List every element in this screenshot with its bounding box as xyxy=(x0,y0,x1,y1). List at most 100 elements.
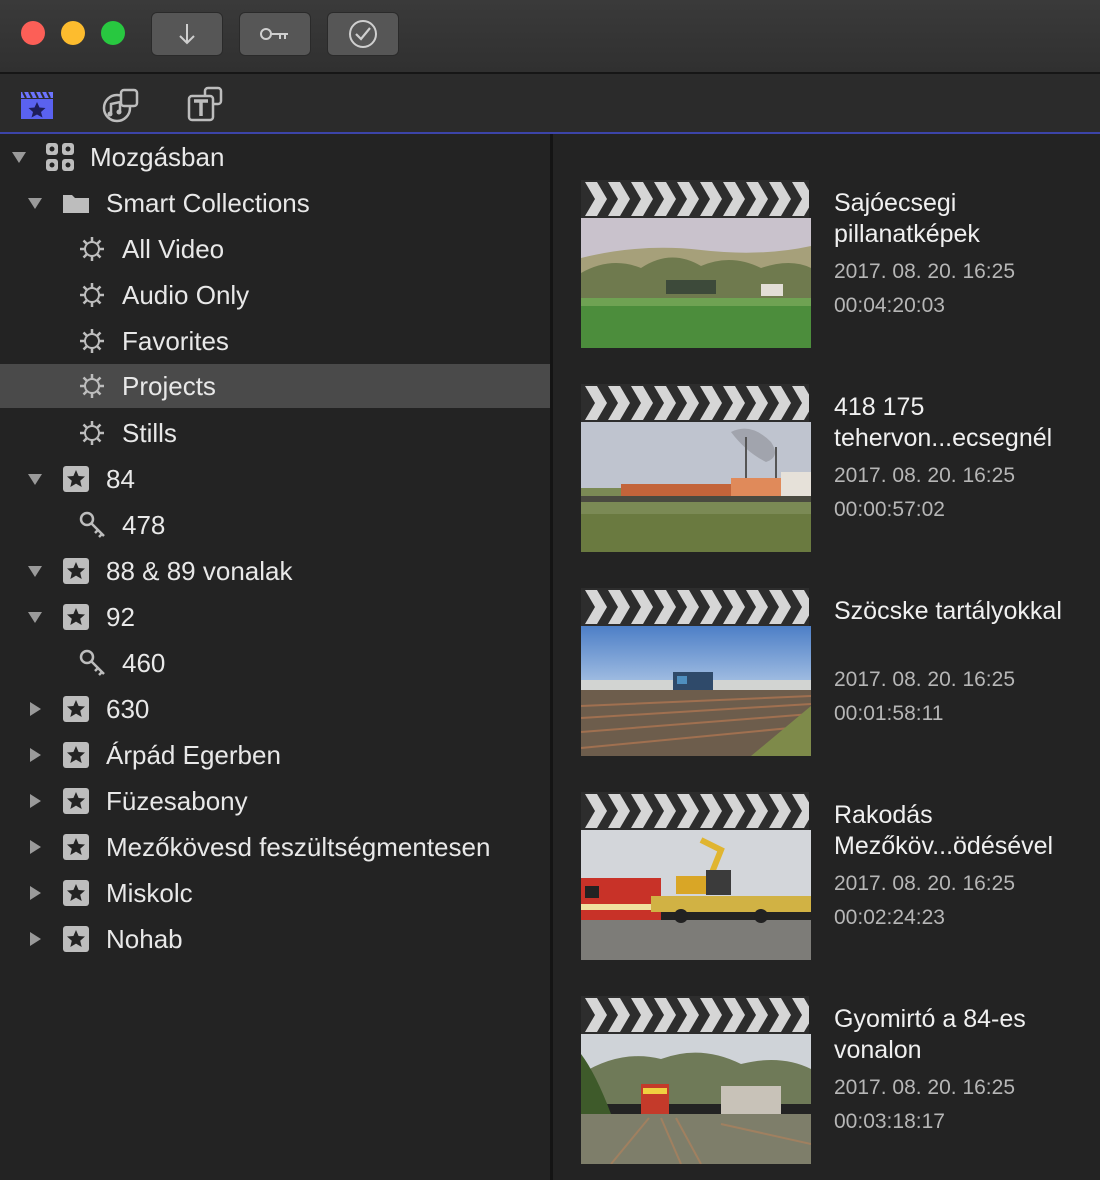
disclosure-open-icon[interactable] xyxy=(26,562,44,580)
event-label: 88 & 89 vonalak xyxy=(106,555,293,586)
smart-collections-label: Smart Collections xyxy=(106,187,310,218)
event-row[interactable]: Árpád Egerben xyxy=(0,733,550,777)
disclosure-closed-icon[interactable] xyxy=(26,930,44,948)
clip-title: Gyomirtó a 84-es vonalon xyxy=(834,1005,1026,1064)
disclosure-open-icon[interactable] xyxy=(26,194,44,212)
project-clip[interactable]: Gyomirtó a 84-es vonalon 2017. 08. 20. 1… xyxy=(553,950,1100,1164)
disclosure-open-icon[interactable] xyxy=(26,608,44,626)
disclosure-closed-icon[interactable] xyxy=(26,792,44,810)
clip-duration: 00:02:24:23 xyxy=(834,906,945,929)
disclosure-closed-icon[interactable] xyxy=(26,746,44,764)
project-clip[interactable]: Sajóecsegi pillanatképek 2017. 08. 20. 1… xyxy=(553,134,1100,348)
event-row[interactable]: 92 xyxy=(0,595,550,639)
event-label: Nohab xyxy=(106,923,183,954)
keyword-collection-row[interactable]: 478 xyxy=(0,503,550,547)
clip-title: 418 175 tehervon...ecsegnél xyxy=(834,393,1053,452)
clip-thumbnail[interactable] xyxy=(581,830,811,960)
sidebar-item-favorites[interactable]: Favorites xyxy=(0,319,550,363)
event-star-icon xyxy=(63,558,89,584)
clip-thumbnail[interactable] xyxy=(581,218,811,348)
clip-date: 2017. 08. 20. 16:25 xyxy=(834,668,1015,691)
clip-duration: 00:00:57:02 xyxy=(834,498,945,521)
project-clip[interactable]: Rakodás Mezőköv...ödésével 2017. 08. 20.… xyxy=(553,746,1100,960)
event-row[interactable]: Nohab xyxy=(0,917,550,961)
clip-duration: 00:01:58:11 xyxy=(834,702,944,725)
clapperboard-icon xyxy=(581,996,809,1034)
sidebar-item-all-video[interactable]: All Video xyxy=(0,227,550,271)
smart-collections-folder[interactable]: Smart Collections xyxy=(0,181,550,225)
event-star-icon xyxy=(63,926,89,952)
collection-label: All Video xyxy=(122,233,225,264)
clip-thumbnail[interactable] xyxy=(581,1034,811,1164)
key-icon xyxy=(260,28,288,40)
gear-icon xyxy=(80,374,104,398)
clapperboard-icon xyxy=(581,180,809,218)
clip-thumbnail[interactable] xyxy=(581,422,811,552)
clapperboard-star-icon[interactable] xyxy=(17,84,57,124)
project-clip[interactable]: Szöcske tartályokkal 2017. 08. 20. 16:25… xyxy=(553,542,1100,756)
sidebar-item-projects[interactable]: Projects xyxy=(0,364,550,408)
gear-icon xyxy=(80,283,104,307)
key-icon xyxy=(79,511,105,538)
import-button[interactable] xyxy=(151,12,223,56)
zoom-window-button[interactable] xyxy=(101,21,125,45)
key-icon xyxy=(79,649,105,676)
clip-browser: Sajóecsegi pillanatképek 2017. 08. 20. 1… xyxy=(553,134,1100,1180)
event-label: Árpád Egerben xyxy=(106,739,281,770)
event-row[interactable]: Miskolc xyxy=(0,871,550,915)
clip-title: Rakodás Mezőköv...ödésével xyxy=(834,801,1054,860)
folder-icon xyxy=(63,195,89,213)
library-grid-icon xyxy=(46,143,74,171)
disclosure-open-icon[interactable] xyxy=(26,470,44,488)
browser-tab-bar xyxy=(0,74,1100,134)
keyword-collection-row[interactable]: 460 xyxy=(0,641,550,685)
clip-thumbnail[interactable] xyxy=(581,626,811,756)
event-label: Miskolc xyxy=(106,877,193,908)
collection-label: Stills xyxy=(122,417,177,448)
gear-icon xyxy=(80,329,104,353)
event-row[interactable]: 88 & 89 vonalak xyxy=(0,549,550,593)
sidebar-item-audio-only[interactable]: Audio Only xyxy=(0,273,550,317)
title-bar xyxy=(0,0,1100,74)
clip-date: 2017. 08. 20. 16:25 xyxy=(834,260,1015,283)
clip-duration: 00:04:20:03 xyxy=(834,294,945,317)
event-row[interactable]: 84 xyxy=(0,457,550,501)
clapperboard-icon xyxy=(581,588,809,626)
disclosure-closed-icon[interactable] xyxy=(26,700,44,718)
music-photo-icon[interactable] xyxy=(101,84,141,124)
clip-title: Szöcske tartályokkal xyxy=(834,597,1062,625)
clapperboard-icon xyxy=(581,792,809,830)
clip-title: Sajóecsegi pillanatképek xyxy=(834,189,980,248)
gear-icon xyxy=(80,421,104,445)
event-label: Füzesabony xyxy=(106,785,248,816)
event-row[interactable]: Mezőkövesd feszültségmentesen xyxy=(0,825,550,869)
collection-label: Favorites xyxy=(122,325,229,356)
library-label: Mozgásban xyxy=(90,141,225,172)
project-clip[interactable]: 418 175 tehervon...ecsegnél 2017. 08. 20… xyxy=(553,338,1100,552)
disclosure-open-icon[interactable] xyxy=(10,148,28,166)
clip-date: 2017. 08. 20. 16:25 xyxy=(834,464,1015,487)
keyword-editor-button[interactable] xyxy=(239,12,311,56)
disclosure-closed-icon[interactable] xyxy=(26,838,44,856)
checkmark-circle-icon xyxy=(349,20,377,48)
event-row[interactable]: Füzesabony xyxy=(0,779,550,823)
event-star-icon xyxy=(63,696,89,722)
event-label: 630 xyxy=(106,693,150,724)
title-T-icon[interactable] xyxy=(185,84,225,124)
library-row[interactable]: Mozgásban xyxy=(0,135,550,179)
event-star-icon xyxy=(63,742,89,768)
event-label: Mezőkövesd feszültségmentesen xyxy=(106,831,491,862)
clip-date: 2017. 08. 20. 16:25 xyxy=(834,872,1015,895)
library-sidebar: Mozgásban Smart Collections All Video Au… xyxy=(0,134,550,1180)
event-star-icon xyxy=(63,880,89,906)
clapperboard-icon xyxy=(581,384,809,422)
event-star-icon xyxy=(63,466,89,492)
sidebar-item-stills[interactable]: Stills xyxy=(0,411,550,455)
event-row[interactable]: 630 xyxy=(0,687,550,731)
background-tasks-button[interactable] xyxy=(327,12,399,56)
event-label: 84 xyxy=(106,463,135,494)
close-window-button[interactable] xyxy=(21,21,45,45)
minimize-window-button[interactable] xyxy=(61,21,85,45)
clip-date: 2017. 08. 20. 16:25 xyxy=(834,1076,1015,1099)
disclosure-closed-icon[interactable] xyxy=(26,884,44,902)
